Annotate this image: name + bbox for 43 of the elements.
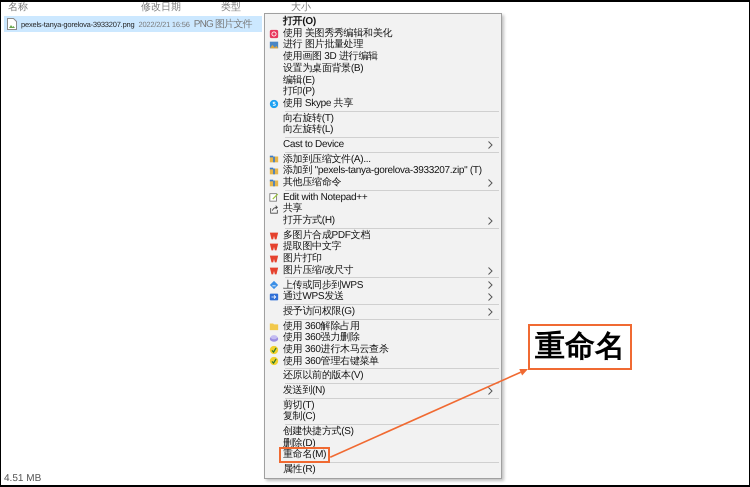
menu-item[interactable]: 使用画图 3D 进行编辑 bbox=[283, 51, 378, 63]
menu-item[interactable]: 图片压缩/改尺寸 bbox=[283, 264, 354, 276]
menu-item[interactable]: 剪切(T) bbox=[283, 400, 314, 412]
file-cell-text: PNG 图片文件 bbox=[194, 18, 252, 31]
column-header[interactable]: 类型 bbox=[221, 2, 291, 14]
column-header[interactable]: 修改日期 bbox=[141, 2, 201, 14]
menu-item[interactable]: Edit with Notepad++ bbox=[283, 192, 368, 204]
menu-item[interactable]: 创建快捷方式(S) bbox=[283, 426, 354, 438]
menu-item[interactable]: 打开(O) bbox=[283, 16, 316, 28]
menu-item[interactable]: 发送到(N) bbox=[283, 385, 326, 397]
highlighted-menu-item[interactable]: 重命名(M) bbox=[281, 449, 328, 461]
menu-item[interactable]: 使用 Skype 共享 bbox=[283, 98, 354, 110]
menu-item[interactable]: 添加到压缩文件(A)... bbox=[283, 154, 371, 166]
menu-item[interactable]: 属性(R) bbox=[283, 464, 316, 476]
menu-item[interactable]: Cast to Device bbox=[283, 138, 344, 150]
menu-item[interactable]: 使用 360强力删除 bbox=[283, 332, 360, 344]
menu-item[interactable]: 使用 美图秀秀编辑和美化 bbox=[283, 28, 392, 40]
menu-item[interactable]: 使用 360管理右键菜单 bbox=[283, 356, 379, 368]
menu-item[interactable]: 其他压缩命令 bbox=[283, 177, 342, 189]
menu-item[interactable]: 还原以前的版本(V) bbox=[283, 370, 364, 382]
menu-item[interactable]: 图片打印 bbox=[283, 253, 322, 265]
menu-item[interactable]: 复制(C) bbox=[283, 411, 316, 423]
column-header[interactable]: 名称 bbox=[8, 2, 141, 14]
menu-item[interactable]: 添加到 "pexels-tanya-gorelova-3933207.zip" (T) bbox=[283, 165, 482, 177]
menu-item[interactable]: 向左旋转(L) bbox=[283, 124, 334, 136]
menu-item[interactable]: 多图片合成PDF文档 bbox=[283, 230, 370, 242]
menu-item[interactable]: 向右旋转(T) bbox=[283, 112, 334, 124]
image-file-icon bbox=[7, 18, 17, 30]
menu-item[interactable]: 进行 图片批量处理 bbox=[283, 39, 364, 51]
menu-item[interactable]: 上传或同步到WPS bbox=[283, 280, 364, 292]
menu-item[interactable]: 编辑(E) bbox=[283, 74, 315, 86]
menu-item[interactable]: 设置为桌面背景(B) bbox=[283, 62, 364, 74]
menu-item[interactable]: 使用 360进行木马云查杀 bbox=[283, 344, 389, 356]
column-header[interactable]: 大小 bbox=[291, 2, 311, 14]
menu-item[interactable]: 打印(P) bbox=[283, 86, 315, 98]
menu-item[interactable]: 使用 360解除占用 bbox=[283, 320, 360, 332]
menu-item[interactable]: 授予访问权限(G) bbox=[283, 306, 355, 318]
callout-label: 重命名 bbox=[528, 324, 632, 370]
menu-item[interactable]: 提取图中文字 bbox=[283, 241, 342, 253]
status-text: 4.51 MB bbox=[4, 473, 42, 484]
menu-item[interactable]: 打开方式(H) bbox=[283, 215, 335, 227]
menu-item[interactable]: 通过WPS发送 bbox=[283, 291, 344, 303]
menu-item[interactable]: 共享 bbox=[283, 203, 302, 215]
